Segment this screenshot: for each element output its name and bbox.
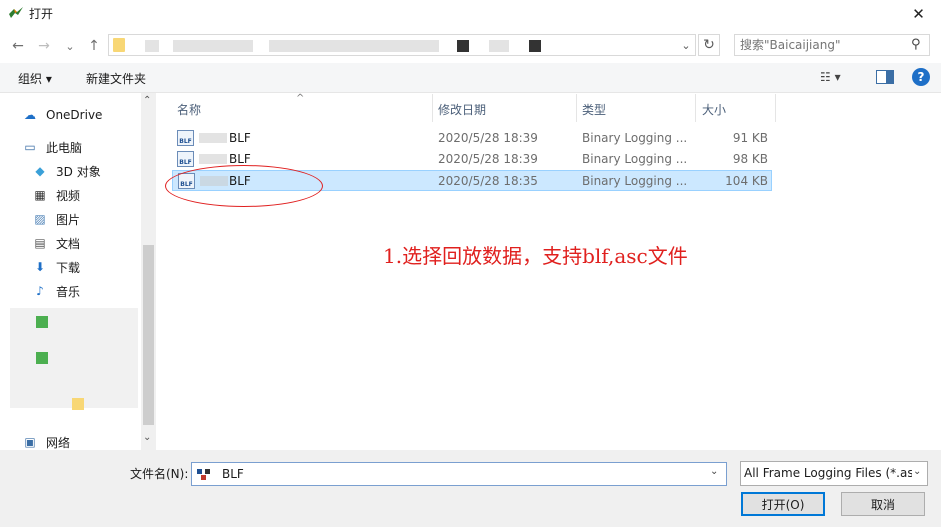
- column-size[interactable]: 大小: [702, 101, 726, 118]
- column-date[interactable]: 修改日期: [438, 101, 486, 118]
- column-divider[interactable]: [432, 94, 433, 122]
- sidebar-item-label: 网络: [46, 435, 71, 450]
- back-button[interactable]: ←: [8, 36, 28, 56]
- redacted-icon: [36, 316, 48, 328]
- redacted-path: [173, 40, 253, 52]
- file-name: BLF: [229, 152, 251, 166]
- sidebar-item-cube[interactable]: ◆ 3D 对象: [32, 161, 101, 181]
- file-size: 98 KB: [732, 152, 768, 166]
- column-divider[interactable]: [576, 94, 577, 122]
- blf-file-icon: BLF: [177, 151, 194, 167]
- file-size: 91 KB: [732, 131, 768, 145]
- window-title: 打开: [29, 7, 54, 21]
- sidebar-item-label: 图片: [56, 212, 81, 227]
- forward-button[interactable]: →: [34, 36, 54, 56]
- sidebar-item-label: 文档: [56, 236, 81, 251]
- column-divider[interactable]: [775, 94, 776, 122]
- sidebar-item-label: 音乐: [56, 284, 81, 299]
- refresh-button[interactable]: ↻: [698, 34, 720, 56]
- view-options-button[interactable]: ☷ ▾: [820, 70, 841, 84]
- sidebar-item-cloud[interactable]: ☁ OneDrive: [22, 105, 102, 125]
- file-name: BLF: [229, 131, 251, 145]
- network-icon: ▣: [24, 435, 36, 449]
- scroll-down-icon[interactable]: ⌄: [143, 432, 151, 443]
- open-button[interactable]: 打开(O): [741, 492, 825, 516]
- blf-file-icon: BLF: [177, 130, 194, 146]
- sidebar-item-music[interactable]: ♪ 音乐: [32, 281, 80, 301]
- redacted-icon: [36, 352, 48, 364]
- file-type: Binary Logging ...: [582, 152, 688, 166]
- sidebar-item-picture[interactable]: ▨ 图片: [32, 209, 80, 229]
- file-date: 2020/5/28 18:39: [438, 131, 538, 145]
- sidebar-item-computer[interactable]: ▭ 此电脑: [22, 137, 82, 157]
- file-icon: [197, 469, 210, 480]
- sidebar-item-label: 视频: [56, 188, 81, 203]
- sidebar-item-download[interactable]: ⬇ 下载: [32, 257, 80, 277]
- redacted-path: [529, 40, 541, 52]
- sidebar-item-label: 此电脑: [46, 140, 83, 155]
- file-date: 2020/5/28 18:39: [438, 152, 538, 166]
- address-dropdown-icon[interactable]: ⌄: [678, 35, 694, 55]
- file-type: Binary Logging ...: [582, 174, 688, 188]
- file-date: 2020/5/28 18:35: [438, 174, 538, 188]
- filename-input[interactable]: [222, 467, 692, 481]
- redacted-icon: [72, 398, 84, 410]
- picture-icon: ▨: [34, 212, 46, 226]
- preview-pane-icon[interactable]: [876, 70, 894, 84]
- folder-icon: [113, 38, 125, 52]
- sidebar-item-label: 3D 对象: [56, 164, 101, 179]
- chevron-down-icon[interactable]: ⌄: [913, 466, 921, 477]
- cube-icon: ◆: [35, 164, 45, 178]
- download-icon: ⬇: [34, 260, 46, 274]
- search-box[interactable]: ⚲: [734, 34, 930, 56]
- filename-label: 文件名(N):: [130, 467, 189, 481]
- recent-locations-button[interactable]: ⌄: [60, 36, 80, 56]
- filename-combobox[interactable]: ⌄: [191, 462, 727, 486]
- redacted-path: [145, 40, 159, 52]
- document-icon: ▤: [34, 236, 46, 250]
- redacted-region: [10, 308, 138, 408]
- sidebar-item-video[interactable]: ▦ 视频: [32, 185, 80, 205]
- search-input[interactable]: [740, 38, 900, 52]
- chevron-down-icon[interactable]: ⌄: [710, 466, 718, 477]
- sort-arrow-icon: ^: [296, 93, 305, 104]
- redacted-path: [489, 40, 509, 52]
- file-type: Binary Logging ...: [582, 131, 688, 145]
- file-type-filter-value: All Frame Logging Files (*.as: [744, 466, 912, 480]
- column-name[interactable]: 名称: [177, 101, 201, 118]
- organize-button[interactable]: 组织 ▾: [18, 70, 52, 87]
- sidebar-item-label: OneDrive: [46, 108, 103, 122]
- redacted-path: [457, 40, 469, 52]
- computer-icon: ▭: [24, 140, 36, 154]
- video-icon: ▦: [34, 188, 46, 202]
- cancel-button[interactable]: 取消: [841, 492, 925, 516]
- up-button[interactable]: ↑: [84, 36, 104, 56]
- annotation-ellipse: [165, 165, 323, 207]
- app-icon: [9, 7, 23, 18]
- close-button[interactable]: ✕: [896, 0, 941, 27]
- column-type[interactable]: 类型: [582, 101, 606, 118]
- title-bar: [0, 0, 941, 27]
- redacted-path: [269, 40, 439, 52]
- redacted-filename: [199, 133, 227, 143]
- address-bar[interactable]: [108, 34, 696, 56]
- column-divider[interactable]: [695, 94, 696, 122]
- scroll-up-icon[interactable]: ⌃: [143, 95, 151, 106]
- sidebar-item-label: 下载: [56, 260, 81, 275]
- help-icon[interactable]: ?: [912, 68, 930, 86]
- sidebar-scroll-thumb[interactable]: [143, 245, 154, 425]
- file-size: 104 KB: [725, 174, 768, 188]
- file-row[interactable]: BLF BLF 2020/5/28 18:39 Binary Logging .…: [172, 128, 772, 149]
- search-icon[interactable]: ⚲: [911, 37, 927, 53]
- redacted-filename: [199, 154, 227, 164]
- file-type-filter[interactable]: All Frame Logging Files (*.as ⌄: [740, 461, 928, 486]
- music-icon: ♪: [36, 284, 44, 298]
- sidebar-item-network[interactable]: ▣ 网络: [22, 432, 70, 452]
- sidebar-item-document[interactable]: ▤ 文档: [32, 233, 80, 253]
- annotation-text: 1.选择回放数据，支持blf,asc文件: [383, 244, 688, 268]
- new-folder-button[interactable]: 新建文件夹: [86, 70, 146, 87]
- cloud-icon: ☁: [24, 108, 36, 122]
